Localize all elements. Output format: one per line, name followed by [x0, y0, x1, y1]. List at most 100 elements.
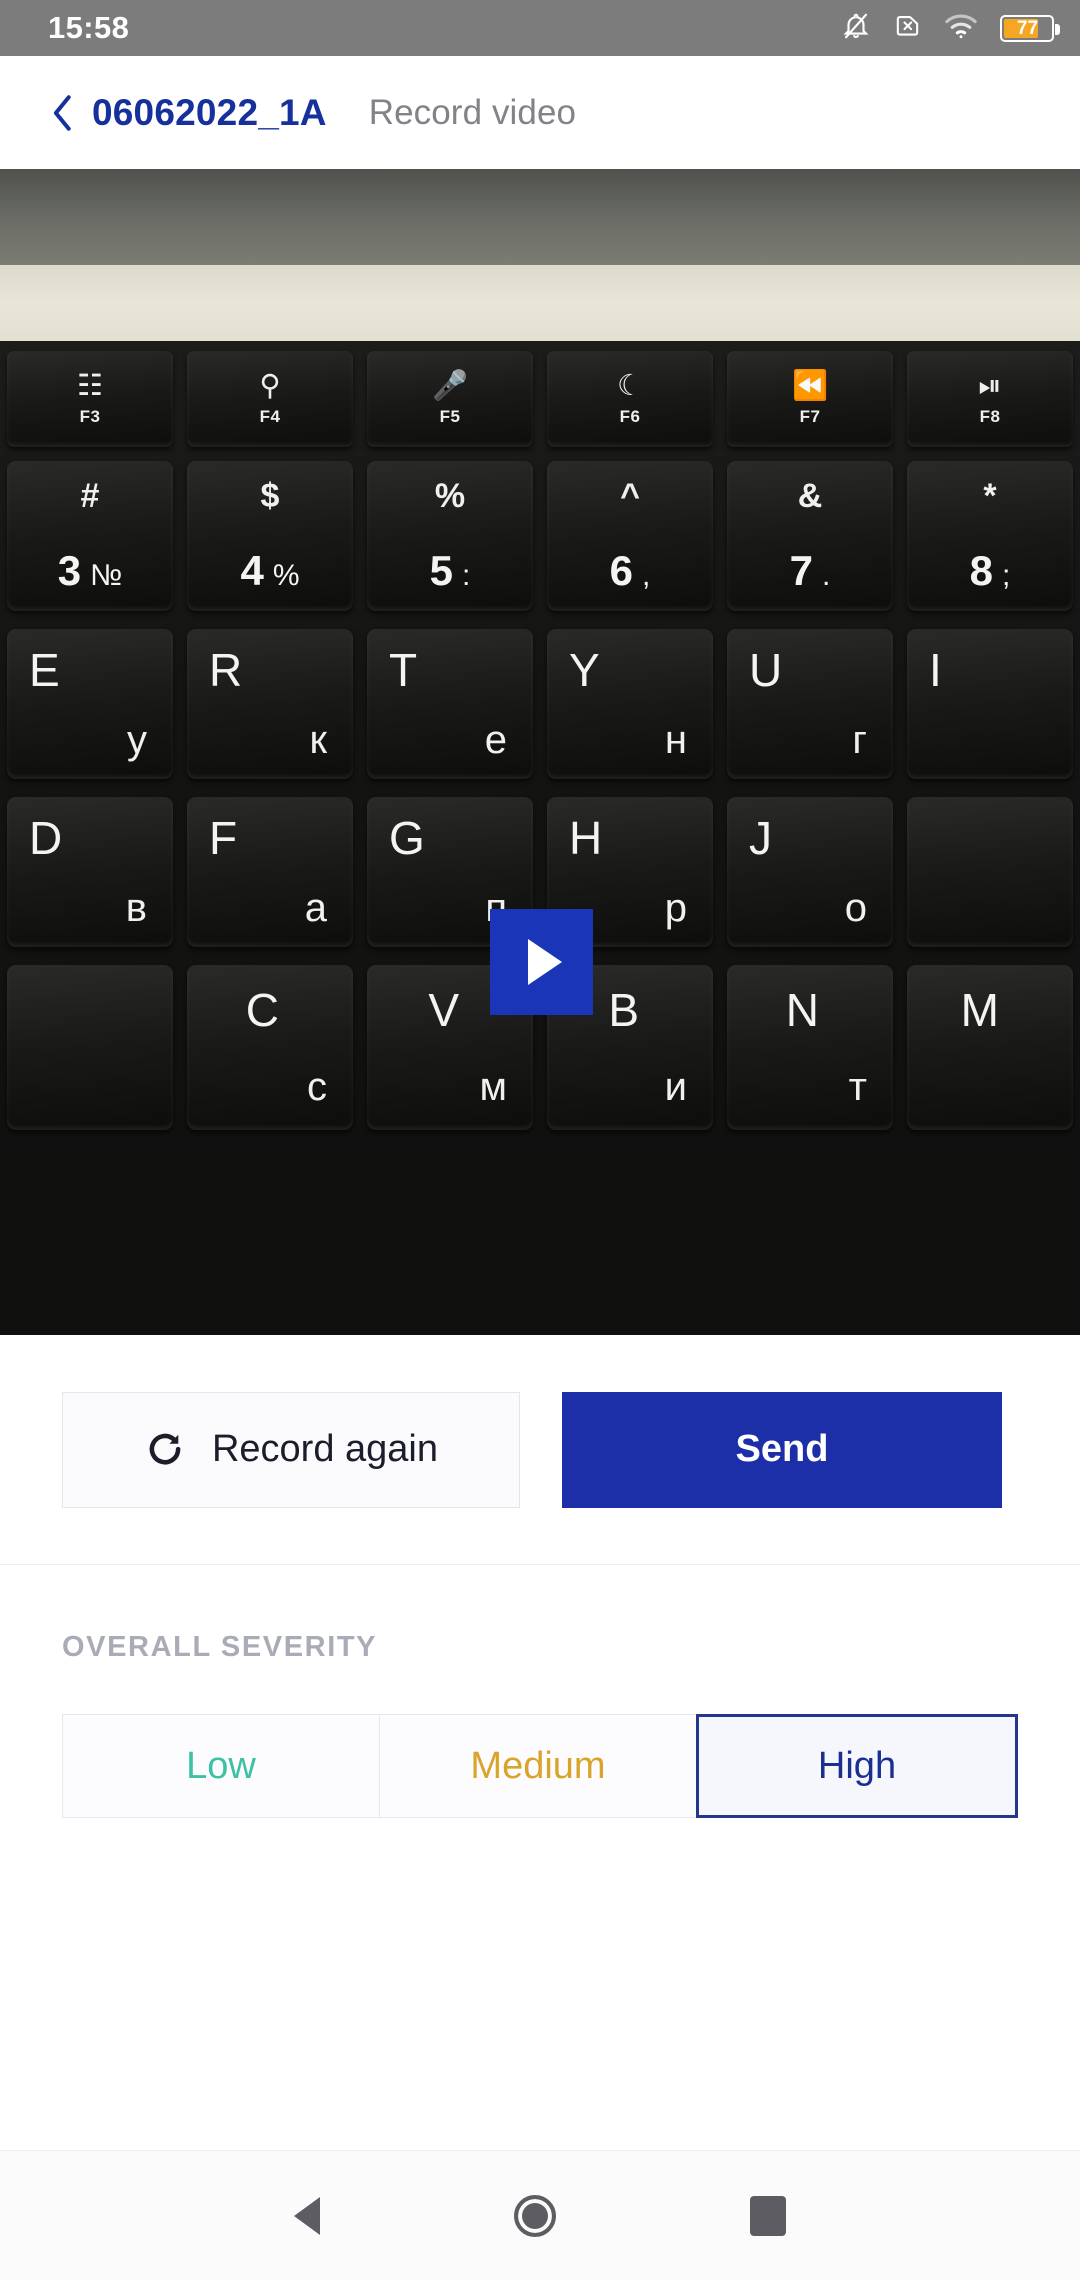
android-navigation-bar	[0, 2150, 1080, 2280]
key-cyrillic-label: е	[484, 718, 507, 762]
search-key: ⚲ F4	[187, 351, 353, 447]
key-latin-label: C	[245, 984, 279, 1036]
status-clock: 15:58	[48, 10, 130, 45]
rewind-icon: ⏪	[791, 369, 829, 402]
search-icon: ⚲	[259, 369, 281, 402]
key-x	[7, 965, 173, 1130]
keyboard-photo: ☷ F3 ⚲ F4 🎤 F5 ☾ F6 ⏪ F7 ⏯ F8 # 3 № $ 4 …	[0, 169, 1080, 1335]
key-f: F а	[187, 797, 353, 947]
severity-section: OVERALL SEVERITY Low Medium High	[0, 1565, 1080, 2150]
mission-control-key: ☷ F3	[7, 351, 173, 447]
key-c: C с	[187, 965, 353, 1130]
key-cyrillic-label: и	[664, 1065, 687, 1109]
record-again-label: Record again	[211, 1428, 439, 1470]
key-latin-label: U	[749, 644, 783, 696]
key-shift-label: ^	[620, 477, 640, 515]
status-icon-tray: 77	[841, 10, 1060, 47]
keyboard-number-row: # 3 № $ 4% % 5: ^ 6, & 7. * 8 ;	[0, 461, 1080, 611]
severity-option-label: Medium	[470, 1744, 606, 1787]
key-latin-label: I	[929, 644, 942, 696]
chevron-left-icon[interactable]	[50, 93, 76, 133]
key-latin-label: Y	[569, 644, 600, 696]
key-u: U г	[727, 629, 893, 779]
key-main-label: 8;	[969, 547, 1011, 594]
key-shift-label: $	[260, 477, 280, 515]
key-i: I	[907, 629, 1073, 779]
key-latin-label: T	[389, 644, 418, 696]
record-again-button[interactable]: Record again	[62, 1391, 520, 1508]
app-bar: 06062022_1A Record video	[0, 56, 1080, 169]
sim-card-error-icon	[893, 10, 922, 46]
key-main-label: 4%	[240, 547, 300, 594]
key-e: E у	[7, 629, 173, 779]
key-main-label: 5:	[429, 547, 471, 594]
keyboard-q-row: E у R к T е Y н U г I	[0, 629, 1080, 779]
key-4: $ 4%	[187, 461, 353, 611]
send-button[interactable]: Send	[562, 1391, 1002, 1508]
key-cyrillic-label: а	[304, 886, 327, 930]
severity-option-label: High	[817, 1744, 897, 1787]
microphone-key: 🎤 F5	[367, 351, 533, 447]
key-label: F8	[979, 406, 1001, 426]
key-label: F3	[79, 406, 101, 426]
key-5: % 5:	[367, 461, 533, 611]
key-shift-label: *	[983, 477, 997, 515]
key-latin-label: H	[569, 812, 603, 864]
key-cyrillic-label: р	[664, 886, 687, 930]
key-shift-label: %	[434, 477, 466, 515]
severity-segmented-control: Low Medium High	[62, 1714, 1018, 1818]
key-cyrillic-label: г	[852, 718, 867, 762]
play-pause-icon: ⏯	[978, 369, 1002, 402]
key-r: R к	[187, 629, 353, 779]
key-latin-label: N	[785, 984, 819, 1036]
battery-icon: 77	[1000, 14, 1060, 42]
severity-option-high[interactable]: High	[696, 1714, 1018, 1818]
home-circle-icon[interactable]	[514, 2194, 556, 2237]
key-d: D в	[7, 797, 173, 947]
key-8: * 8;	[907, 461, 1073, 611]
action-bar: Record again Send	[0, 1335, 1080, 1565]
back-triangle-icon[interactable]	[294, 2196, 320, 2235]
key-cyrillic-label: в	[125, 886, 147, 930]
video-preview[interactable]: ☷ F3 ⚲ F4 🎤 F5 ☾ F6 ⏪ F7 ⏯ F8 # 3 № $ 4 …	[0, 169, 1080, 1335]
key-latin-label: M	[960, 984, 999, 1036]
key-shift-label: &	[797, 477, 823, 515]
play-pause-key: ⏯ F8	[907, 351, 1073, 447]
key-k	[907, 797, 1073, 947]
severity-option-medium[interactable]: Medium	[379, 1714, 696, 1818]
key-y: Y н	[547, 629, 713, 779]
key-m: M	[907, 965, 1073, 1130]
key-label: F5	[439, 406, 461, 426]
battery-percent-label: 77	[1016, 17, 1039, 39]
page-title[interactable]: 06062022_1A	[92, 92, 327, 134]
key-cyrillic-label: с	[307, 1065, 327, 1109]
key-j: J о	[727, 797, 893, 947]
key-latin-label: F	[209, 812, 238, 864]
key-cyrillic-label: м	[479, 1065, 508, 1109]
key-cyrillic-label: к	[309, 718, 328, 762]
key-main-label: 7.	[789, 547, 831, 594]
key-main-label: 3 №	[57, 547, 123, 594]
key-t: T е	[367, 629, 533, 779]
do-not-disturb-key: ☾ F6	[547, 351, 713, 447]
severity-option-low[interactable]: Low	[62, 1714, 379, 1818]
phone-screen: 15:58 77 06062022_1A Record video ☷ F3 ⚲…	[0, 0, 1080, 2280]
key-cyrillic-label: у	[127, 718, 147, 762]
key-latin-label: E	[29, 644, 60, 696]
key-label: F4	[259, 406, 281, 426]
play-icon[interactable]	[490, 909, 593, 1015]
rewind-key: ⏪ F7	[727, 351, 893, 447]
moon-icon: ☾	[617, 369, 643, 402]
key-3: # 3 №	[7, 461, 173, 611]
severity-section-label: OVERALL SEVERITY	[62, 1631, 378, 1663]
key-7: & 7.	[727, 461, 893, 611]
status-bar: 15:58 77	[0, 0, 1080, 56]
microphone-icon: 🎤	[431, 369, 469, 402]
key-shift-label: #	[80, 477, 100, 515]
recents-square-icon[interactable]	[750, 2195, 786, 2236]
send-label: Send	[735, 1428, 829, 1470]
key-latin-label: G	[389, 812, 425, 864]
mission-control-icon: ☷	[77, 369, 103, 402]
wifi-icon	[944, 12, 978, 45]
key-latin-label: D	[29, 812, 63, 864]
